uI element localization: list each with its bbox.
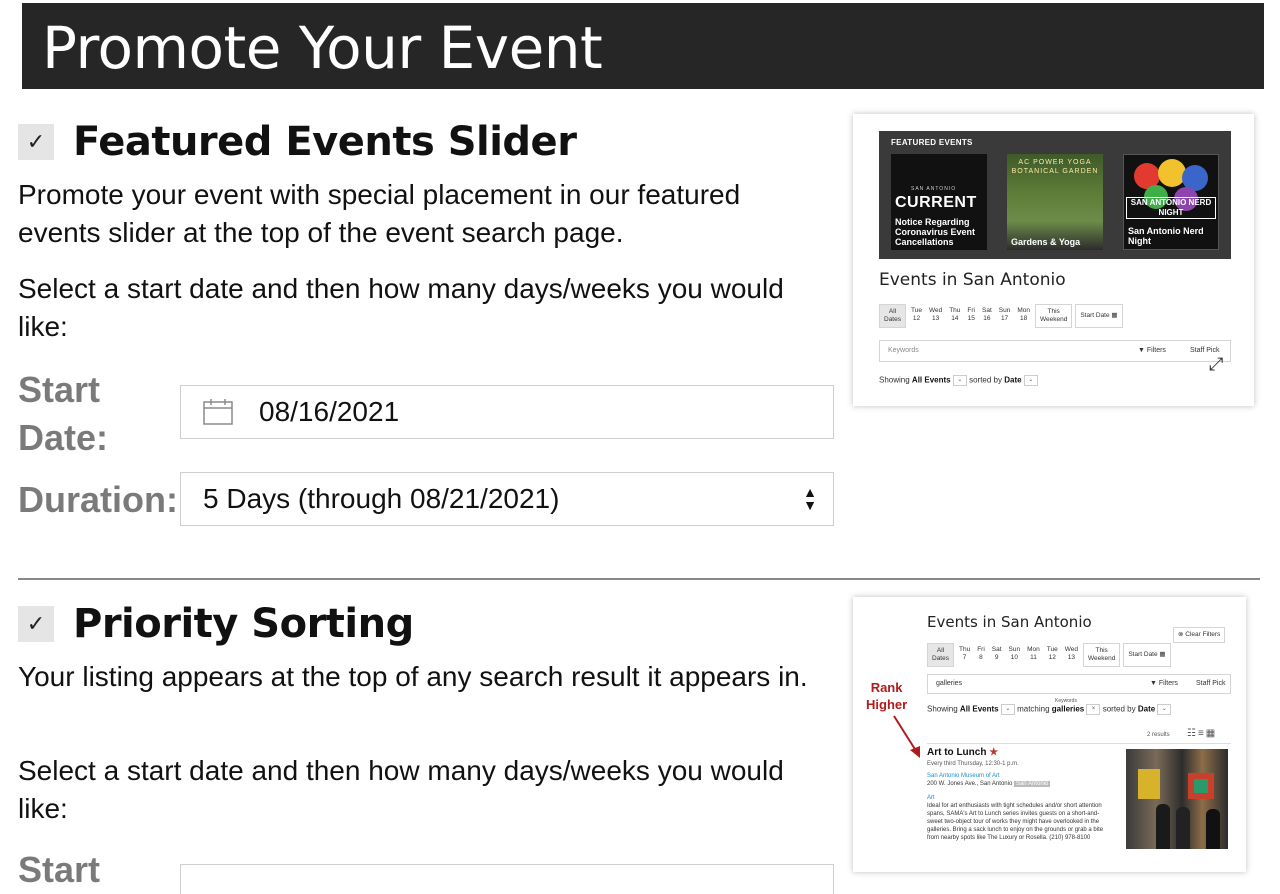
- date-chip: Mon 11: [1025, 643, 1042, 667]
- clear-filters-chip: ⊗ Clear Filters: [1173, 627, 1226, 643]
- date-chip: Tue 12: [908, 304, 924, 328]
- date-chip: Sun 10: [1006, 643, 1023, 667]
- date-chip: All Dates: [927, 643, 954, 667]
- tile-caption: Gardens & Yoga: [1011, 237, 1081, 247]
- page-banner: Promote Your Event: [22, 3, 1264, 89]
- result-address: 200 W. Jones Ave., San Antonio San Anton…: [927, 781, 1051, 787]
- showing-line: Showing All Events ⌄ sorted by Date ⌄: [879, 375, 1038, 386]
- date-chip: This Weekend: [1083, 643, 1121, 667]
- tile-caption: Notice Regarding Coronavirus Event Cance…: [895, 217, 976, 247]
- priority-section-header: ✓ Priority Sorting: [18, 601, 414, 647]
- calendar-icon: [203, 399, 233, 425]
- section-divider: [18, 578, 1260, 580]
- keyword-value: galleries: [936, 680, 963, 687]
- rank-higher-annotation: Rank Higher: [866, 680, 908, 712]
- result-blurb: Ideal for art enthusiasts with tight sch…: [927, 803, 1104, 841]
- showing-line: Showing All Events ⌄ matching galleries …: [927, 704, 1172, 715]
- date-chip: Thu 7: [956, 643, 973, 667]
- select-arrows-icon: ▲ ▼: [803, 484, 817, 513]
- featured-tile: AC POWER YOGA BOTANICAL GARDEN Gardens &…: [1007, 154, 1103, 250]
- result-photo: [1126, 749, 1228, 849]
- results-count: 2 results: [1147, 732, 1170, 738]
- page-title: Promote Your Event: [42, 14, 603, 82]
- star-icon: ★: [989, 747, 999, 758]
- featured-checkbox[interactable]: ✓: [18, 124, 54, 160]
- date-chip: Wed 13: [926, 304, 945, 328]
- date-filter-row: All Dates Tue 12 Wed 13 Thu 14 Fri 15 Sat 16 S…: [879, 304, 1123, 328]
- featured-tile: SAN ANTONIO NERD NIGHT San Antonio Nerd …: [1123, 154, 1219, 250]
- keywords-bar: Keywords ▼ Filters Staff Pick: [879, 340, 1231, 362]
- start-date-field[interactable]: 08/16/2021: [180, 385, 834, 439]
- featured-events-band: FEATURED EVENTS SAN ANTONIO CURRENT Noti…: [879, 131, 1231, 259]
- start-date-value: 08/16/2021: [259, 396, 400, 427]
- duration-select[interactable]: 5 Days (through 08/21/2021) ▲ ▼: [180, 472, 834, 526]
- featured-tile: SAN ANTONIO CURRENT Notice Regarding Cor…: [891, 154, 987, 250]
- date-chip: Thu 14: [947, 304, 963, 328]
- date-filter-row: All Dates Thu 7 Fri 8 Sat 9 Sun 10 Mon 11 Tue 1…: [927, 643, 1171, 667]
- date-chip: Sun 17: [996, 304, 1013, 328]
- featured-description: Promote your event with special placemen…: [18, 179, 741, 248]
- filters-label: ▼ Filters: [1138, 347, 1166, 354]
- preview-heading: Events in San Antonio: [927, 613, 1092, 631]
- tile-caption: San Antonio Nerd Night: [1128, 226, 1204, 246]
- date-chip: This Weekend: [1035, 304, 1073, 328]
- staff-pick-label: Staff Pick: [1190, 347, 1220, 354]
- expand-icon: ⤢: [1209, 354, 1224, 374]
- tile-top-text: AC POWER YOGA BOTANICAL GARDEN: [1011, 159, 1099, 175]
- results-divider: [927, 743, 1231, 744]
- priority-heading: Priority Sorting: [73, 601, 414, 647]
- featured-band-title: FEATURED EVENTS: [891, 138, 973, 147]
- result-venue-link: San Antonio Museum of Art: [927, 773, 1000, 779]
- priority-checkbox[interactable]: ✓: [18, 606, 54, 642]
- keywords-bar: galleries ▼ Filters Staff Pick: [927, 674, 1231, 694]
- featured-heading: Featured Events Slider: [73, 119, 577, 165]
- duration-value: 5 Days (through 08/21/2021): [203, 483, 560, 514]
- preview-heading: Events in San Antonio: [879, 270, 1066, 290]
- result-schedule: Every third Thursday, 12:30-1 p.m.: [927, 761, 1019, 767]
- date-chip: Mon 18: [1015, 304, 1032, 328]
- tile-top-text: SAN ANTONIO NERD NIGHT: [1126, 197, 1216, 219]
- date-chip: Sat 9: [989, 643, 1004, 667]
- date-chip: All Dates: [879, 304, 906, 328]
- priority-instruction: Select a start date and then how many da…: [18, 755, 784, 824]
- result-title: Art to Lunch ★: [927, 747, 999, 758]
- filters-label: ▼ Filters: [1150, 680, 1178, 687]
- featured-instruction: Select a start date and then how many da…: [18, 273, 784, 342]
- view-toggle-icon: ☷≡▦: [1187, 728, 1218, 739]
- featured-section-header: ✓ Featured Events Slider: [18, 119, 577, 165]
- date-chip: Tue 12: [1044, 643, 1060, 667]
- arrow-icon: [893, 715, 920, 758]
- tile-logo: CURRENT: [895, 194, 977, 211]
- date-chip: Fri 8: [975, 643, 987, 667]
- priority-start-field[interactable]: [180, 864, 834, 894]
- date-chip: Fri 15: [965, 304, 977, 328]
- start-date-label: Start Date:: [18, 369, 109, 458]
- priority-description: Your listing appears at the top of any s…: [18, 661, 808, 692]
- date-chip: Sat 16: [980, 304, 994, 328]
- keywords-placeholder: Keywords: [888, 347, 919, 354]
- staff-pick-label: Staff Pick: [1196, 680, 1226, 687]
- tile-logo-small: SAN ANTONIO: [911, 186, 957, 192]
- duration-label: Duration:: [18, 479, 178, 520]
- priority-start-label: Start: [18, 849, 101, 890]
- featured-preview-image: FEATURED EVENTS SAN ANTONIO CURRENT Noti…: [853, 114, 1254, 406]
- start-date-chip: Start Date ▦: [1075, 304, 1123, 328]
- date-chip: Wed 13: [1062, 643, 1080, 667]
- result-category: Art: [927, 795, 935, 801]
- start-date-chip: Start Date ▦: [1123, 643, 1171, 667]
